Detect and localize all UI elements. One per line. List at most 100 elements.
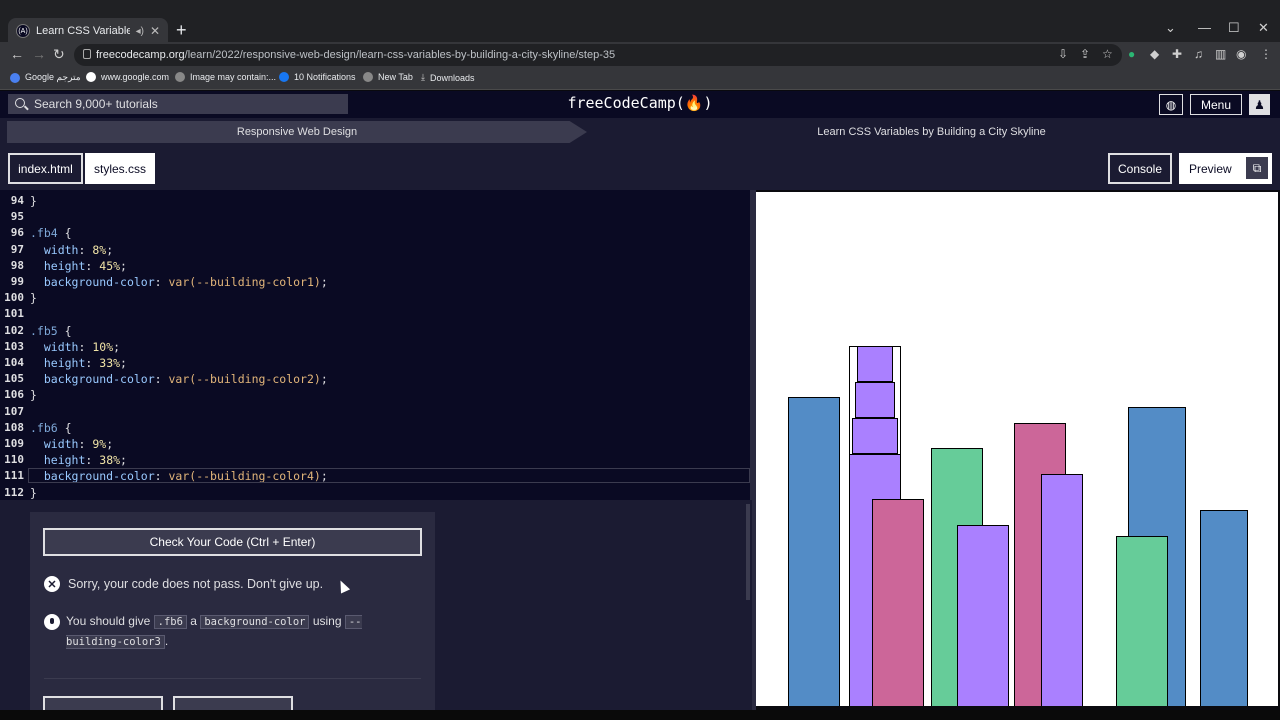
popout-preview-icon[interactable]: ⧉ [1246,157,1268,179]
line-number: 96 [10,226,24,240]
breadcrumb-course[interactable]: Responsive Web Design [7,121,587,143]
tab-search-icon[interactable]: ⌄ [1165,20,1176,36]
line-number: 102 [4,323,24,337]
browser-toolbar: ← → ↻ freecodecamp.org/learn/2022/respon… [0,42,1280,68]
preview-frame [756,192,1278,706]
line-number: 95 [10,210,24,224]
tab-index-html[interactable]: index.html [8,153,83,184]
line-number: 99 [10,275,24,288]
search-input[interactable]: Search 9,000+ tutorials [8,94,348,114]
minimize-icon[interactable]: — [1198,20,1211,35]
browser-tab-title: Learn CSS Variables by Build [36,25,130,37]
menu-button[interactable]: Menu [1190,94,1242,115]
console-button[interactable]: Console [1108,153,1172,184]
code-line: } [30,291,37,306]
line-number: 112 [4,485,24,499]
bottom-edge [0,710,1280,720]
code-line: height: 45%; [43,258,127,273]
share-icon[interactable]: ⇪ [1080,47,1090,61]
editor-tabs-bar: index.html styles.css Console Preview ⧉ [0,146,1280,190]
code-line: } [30,485,37,500]
line-number: 110 [4,453,24,467]
preview-button[interactable]: Preview ⧉ [1179,153,1272,184]
facebook-icon [279,72,289,82]
background-building [788,397,840,706]
bookmark-item[interactable]: 10 Notifications [279,72,356,82]
line-number: 111 [4,469,24,483]
hint-text: using [312,614,342,628]
bookmark-item[interactable]: ⤓ Downloads [421,72,475,83]
install-icon[interactable]: ⇩ [1058,47,1068,61]
building-tier [855,382,895,418]
check-code-button[interactable]: Check Your Code (Ctrl + Enter) [43,528,422,556]
foreground-building [872,499,924,706]
foreground-building [1116,536,1168,706]
fcc-navbar: Search 9,000+ tutorials freeCodeCamp(🔥) … [0,91,1280,118]
instructions-area: Check Your Code (Ctrl + Enter) ✕ Sorry, … [0,500,752,710]
address-bar[interactable]: freecodecamp.org/learn/2022/responsive-w… [74,44,1122,66]
maximize-icon[interactable]: ☐ [1228,20,1240,36]
line-number: 98 [10,258,24,272]
code-line: height: 33%; [43,356,127,370]
line-number: 94 [10,194,24,207]
search-placeholder: Search 9,000+ tutorials [34,97,158,111]
bookmark-item[interactable]: Google مترجم [10,72,81,83]
hint-message: You should give .fb6 a background-color … [44,612,374,652]
reload-icon[interactable]: ↻ [53,46,65,63]
bookmark-star-icon[interactable]: ☆ [1102,47,1113,61]
code-line: width: 9%; [43,437,114,451]
forward-icon[interactable]: → [32,46,46,62]
url-path: /learn/2022/responsive-web-design/learn-… [184,49,616,61]
media-control-icon[interactable]: ♫ [1194,47,1203,61]
code-line: .fb4 { [30,226,72,241]
browser-menu-icon[interactable]: ⋮ [1260,47,1272,61]
code-line: background-color: var(--building-color1)… [43,275,328,289]
hint-text: a [190,614,197,628]
panel-scrollbar[interactable] [746,504,750,600]
line-number: 106 [4,388,24,402]
bookmark-item[interactable]: New Tab [363,72,413,82]
side-panel-icon[interactable]: ▥ [1215,47,1226,61]
puzzle-extensions-icon[interactable]: ✚ [1172,47,1182,61]
foreground-building [1200,510,1248,706]
bookmark-item[interactable]: www.google.com [86,72,169,82]
breadcrumb: Responsive Web Design Learn CSS Variable… [0,118,1280,146]
back-icon[interactable]: ← [10,46,24,62]
building-tier [857,346,893,382]
line-number: 105 [4,372,24,386]
extension-icon[interactable]: ◆ [1150,47,1159,61]
reset-button[interactable] [43,696,163,710]
line-number: 101 [4,307,24,321]
building-tier [852,418,898,454]
fcc-logo[interactable]: freeCodeCamp(🔥) [540,94,740,112]
bookmark-item[interactable]: Image may contain:... [175,72,276,82]
foreground-building [957,525,1009,706]
language-globe-icon[interactable]: ◍ [1159,94,1183,115]
search-icon [15,98,25,108]
code-line: width: 10%; [43,339,121,354]
new-tab-icon[interactable]: + [176,20,187,41]
user-avatar-icon[interactable]: ♟ [1249,94,1270,115]
breadcrumb-project[interactable]: Learn CSS Variables by Building a City S… [590,121,1273,143]
help-button[interactable] [173,696,293,710]
globe-icon [363,72,373,82]
speaker-icon[interactable]: ◂) [136,26,144,37]
code-editor[interactable]: 94} 95 96 .fb4 {97 width: 8%; 98 height: 45%… [0,190,752,500]
line-number: 104 [4,356,24,369]
divider [44,678,421,679]
tab-styles-css[interactable]: styles.css [85,153,155,184]
lock-icon [83,49,91,59]
browser-tab[interactable]: (A) Learn CSS Variables by Build ◂) ✕ [8,18,168,44]
grammarly-extension-icon[interactable]: ● [1128,47,1135,61]
code-line: width: 8%; [43,242,114,257]
close-window-icon[interactable]: ✕ [1258,20,1269,36]
globe-icon [175,72,185,82]
active-line-highlight [28,468,750,483]
line-number: 100 [4,291,24,305]
profile-avatar-icon[interactable]: ◉ [1236,47,1246,61]
test-output-panel: Check Your Code (Ctrl + Enter) ✕ Sorry, … [30,512,435,710]
freecodecamp-favicon-icon: (A) [16,24,30,38]
foreground-building [1041,474,1083,706]
line-number: 107 [4,404,24,418]
close-tab-icon[interactable]: ✕ [150,24,160,38]
